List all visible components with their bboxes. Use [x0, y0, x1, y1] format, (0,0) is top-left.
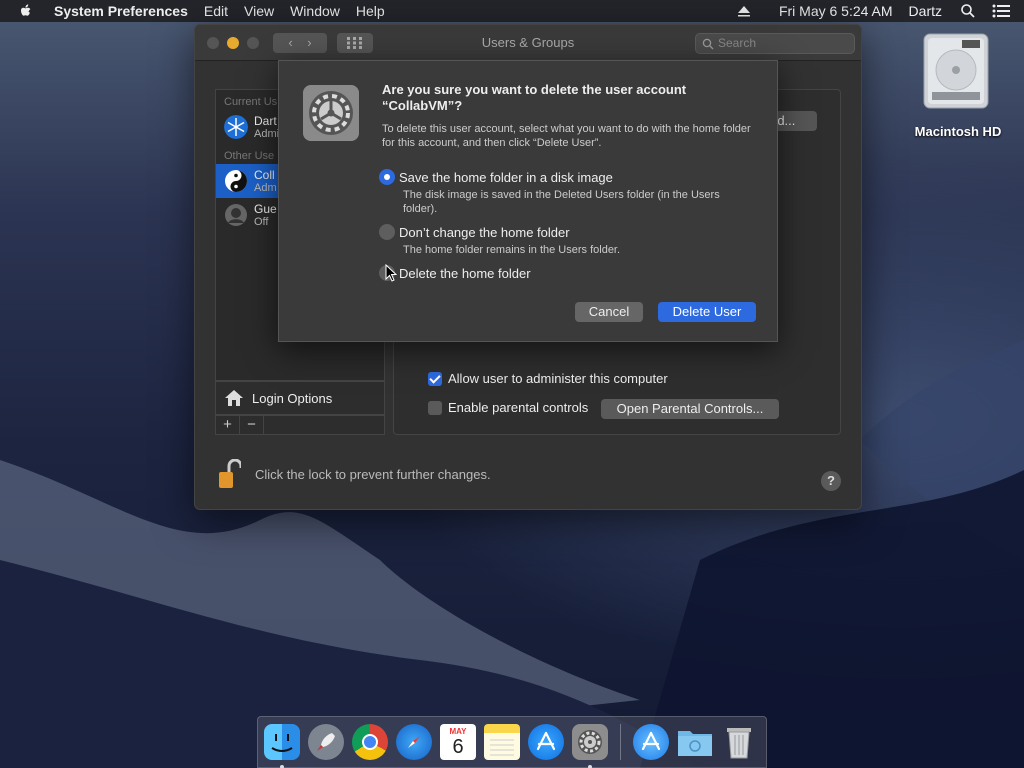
radio-dont-change[interactable] [379, 224, 395, 240]
app-store-a-icon [536, 731, 556, 751]
menu-view[interactable]: View [236, 3, 282, 19]
user-role: Adm [254, 181, 277, 194]
sheet-message: To delete this user account, select what… [382, 123, 751, 149]
cancel-button[interactable]: Cancel [575, 302, 643, 322]
sheet-title: Are you sure you want to delete the user… [382, 82, 687, 113]
rocket-icon [317, 733, 335, 751]
unlocked-lock-icon[interactable] [219, 459, 241, 489]
launchpad-icon[interactable] [308, 724, 344, 760]
notes-icon[interactable] [484, 724, 520, 760]
option-label: Don’t change the home folder [399, 224, 570, 240]
dock: MAY 6 [257, 716, 767, 768]
delete-user-button[interactable]: Delete User [658, 302, 756, 322]
disk-label[interactable]: Macintosh HD [900, 124, 1016, 139]
clock[interactable]: Fri May 6 5:24 AM [771, 3, 901, 19]
radio-save-disk-image[interactable] [379, 169, 395, 185]
notification-center-icon[interactable] [992, 4, 1010, 18]
option-label: Save the home folder in a disk image [399, 169, 613, 185]
dock-separator [620, 724, 621, 760]
menu-bar: System Preferences Edit View Window Help… [0, 0, 1024, 22]
parental-controls-row[interactable]: Enable parental controls [428, 400, 588, 415]
folder-icon [678, 731, 712, 756]
menu-edit[interactable]: Edit [196, 3, 236, 19]
user-role: Admi [254, 127, 280, 140]
notes-lines-icon [490, 739, 514, 756]
lock-text: Click the lock to prevent further change… [255, 466, 491, 482]
app-store-icon[interactable] [528, 724, 564, 760]
apple-menu-icon[interactable] [18, 3, 34, 19]
option-label: Delete the home folder [399, 265, 531, 281]
login-options[interactable]: Login Options [215, 381, 385, 415]
eject-icon[interactable] [737, 5, 751, 17]
option-description: The disk image is saved in the Deleted U… [403, 189, 720, 215]
snowflake-avatar-icon [224, 115, 248, 139]
option-description: The home folder remains in the Users fol… [403, 244, 621, 256]
hard-drive-icon[interactable] [918, 30, 994, 112]
gear-icon [578, 730, 602, 754]
parental-controls-checkbox[interactable] [428, 400, 442, 415]
user-role: Off [254, 215, 269, 228]
user-name: Gue [254, 201, 277, 216]
yin-yang-avatar-icon [225, 170, 247, 192]
menu-help[interactable]: Help [348, 3, 393, 19]
mouse-cursor-icon [385, 264, 397, 282]
house-icon [225, 390, 243, 406]
system-preferences-icon[interactable] [572, 724, 608, 768]
option-dont-change[interactable]: Don’t change the home folder [379, 224, 570, 240]
user-name: Coll [254, 167, 275, 182]
app-store-a-icon [641, 731, 661, 751]
app-menu[interactable]: System Preferences [46, 3, 196, 19]
search-field[interactable]: Search [695, 33, 855, 54]
help-button[interactable]: ? [821, 471, 841, 491]
app-store-download-icon[interactable] [633, 724, 669, 760]
search-placeholder: Search [718, 36, 757, 50]
remove-user-button[interactable]: − [240, 416, 264, 434]
lock-row: Click the lock to prevent further change… [219, 459, 491, 489]
calendar-icon[interactable]: MAY 6 [440, 724, 476, 760]
login-options-label: Login Options [252, 390, 333, 406]
finder-face-icon [271, 734, 293, 752]
chrome-icon[interactable] [352, 724, 388, 760]
finder-icon[interactable] [264, 724, 300, 768]
delete-user-sheet: Are you sure you want to delete the user… [278, 60, 778, 342]
parental-controls-label: Enable parental controls [448, 400, 589, 415]
calendar-day: 6 [452, 735, 464, 758]
allow-admin-checkbox[interactable] [428, 371, 442, 386]
search-icon [702, 38, 714, 50]
option-delete-home-folder[interactable]: Delete the home folder [379, 265, 531, 281]
downloads-folder-icon[interactable] [677, 724, 713, 760]
user-menu[interactable]: Dartz [901, 3, 950, 19]
trash-can-icon [727, 728, 751, 759]
add-user-button[interactable]: + [216, 416, 240, 434]
option-save-disk-image[interactable]: Save the home folder in a disk image [379, 169, 613, 185]
menu-window[interactable]: Window [282, 3, 348, 19]
compass-icon [408, 736, 420, 748]
open-parental-controls-button[interactable]: Open Parental Controls... [601, 399, 779, 419]
user-name: Dart [254, 113, 277, 128]
allow-admin-row[interactable]: Allow user to administer this computer [428, 371, 668, 386]
spotlight-search-icon[interactable] [960, 3, 976, 19]
calendar-month: MAY [449, 726, 467, 736]
add-remove-bar: + − [215, 415, 385, 435]
title-bar: ‹ › Users & Groups Search [195, 25, 861, 61]
chrome-center-icon [362, 734, 378, 750]
allow-admin-label: Allow user to administer this computer [448, 371, 668, 386]
safari-icon[interactable] [396, 724, 432, 760]
system-preferences-gear-icon [303, 85, 359, 141]
trash-icon[interactable] [721, 724, 757, 760]
guest-avatar-icon [225, 204, 247, 226]
